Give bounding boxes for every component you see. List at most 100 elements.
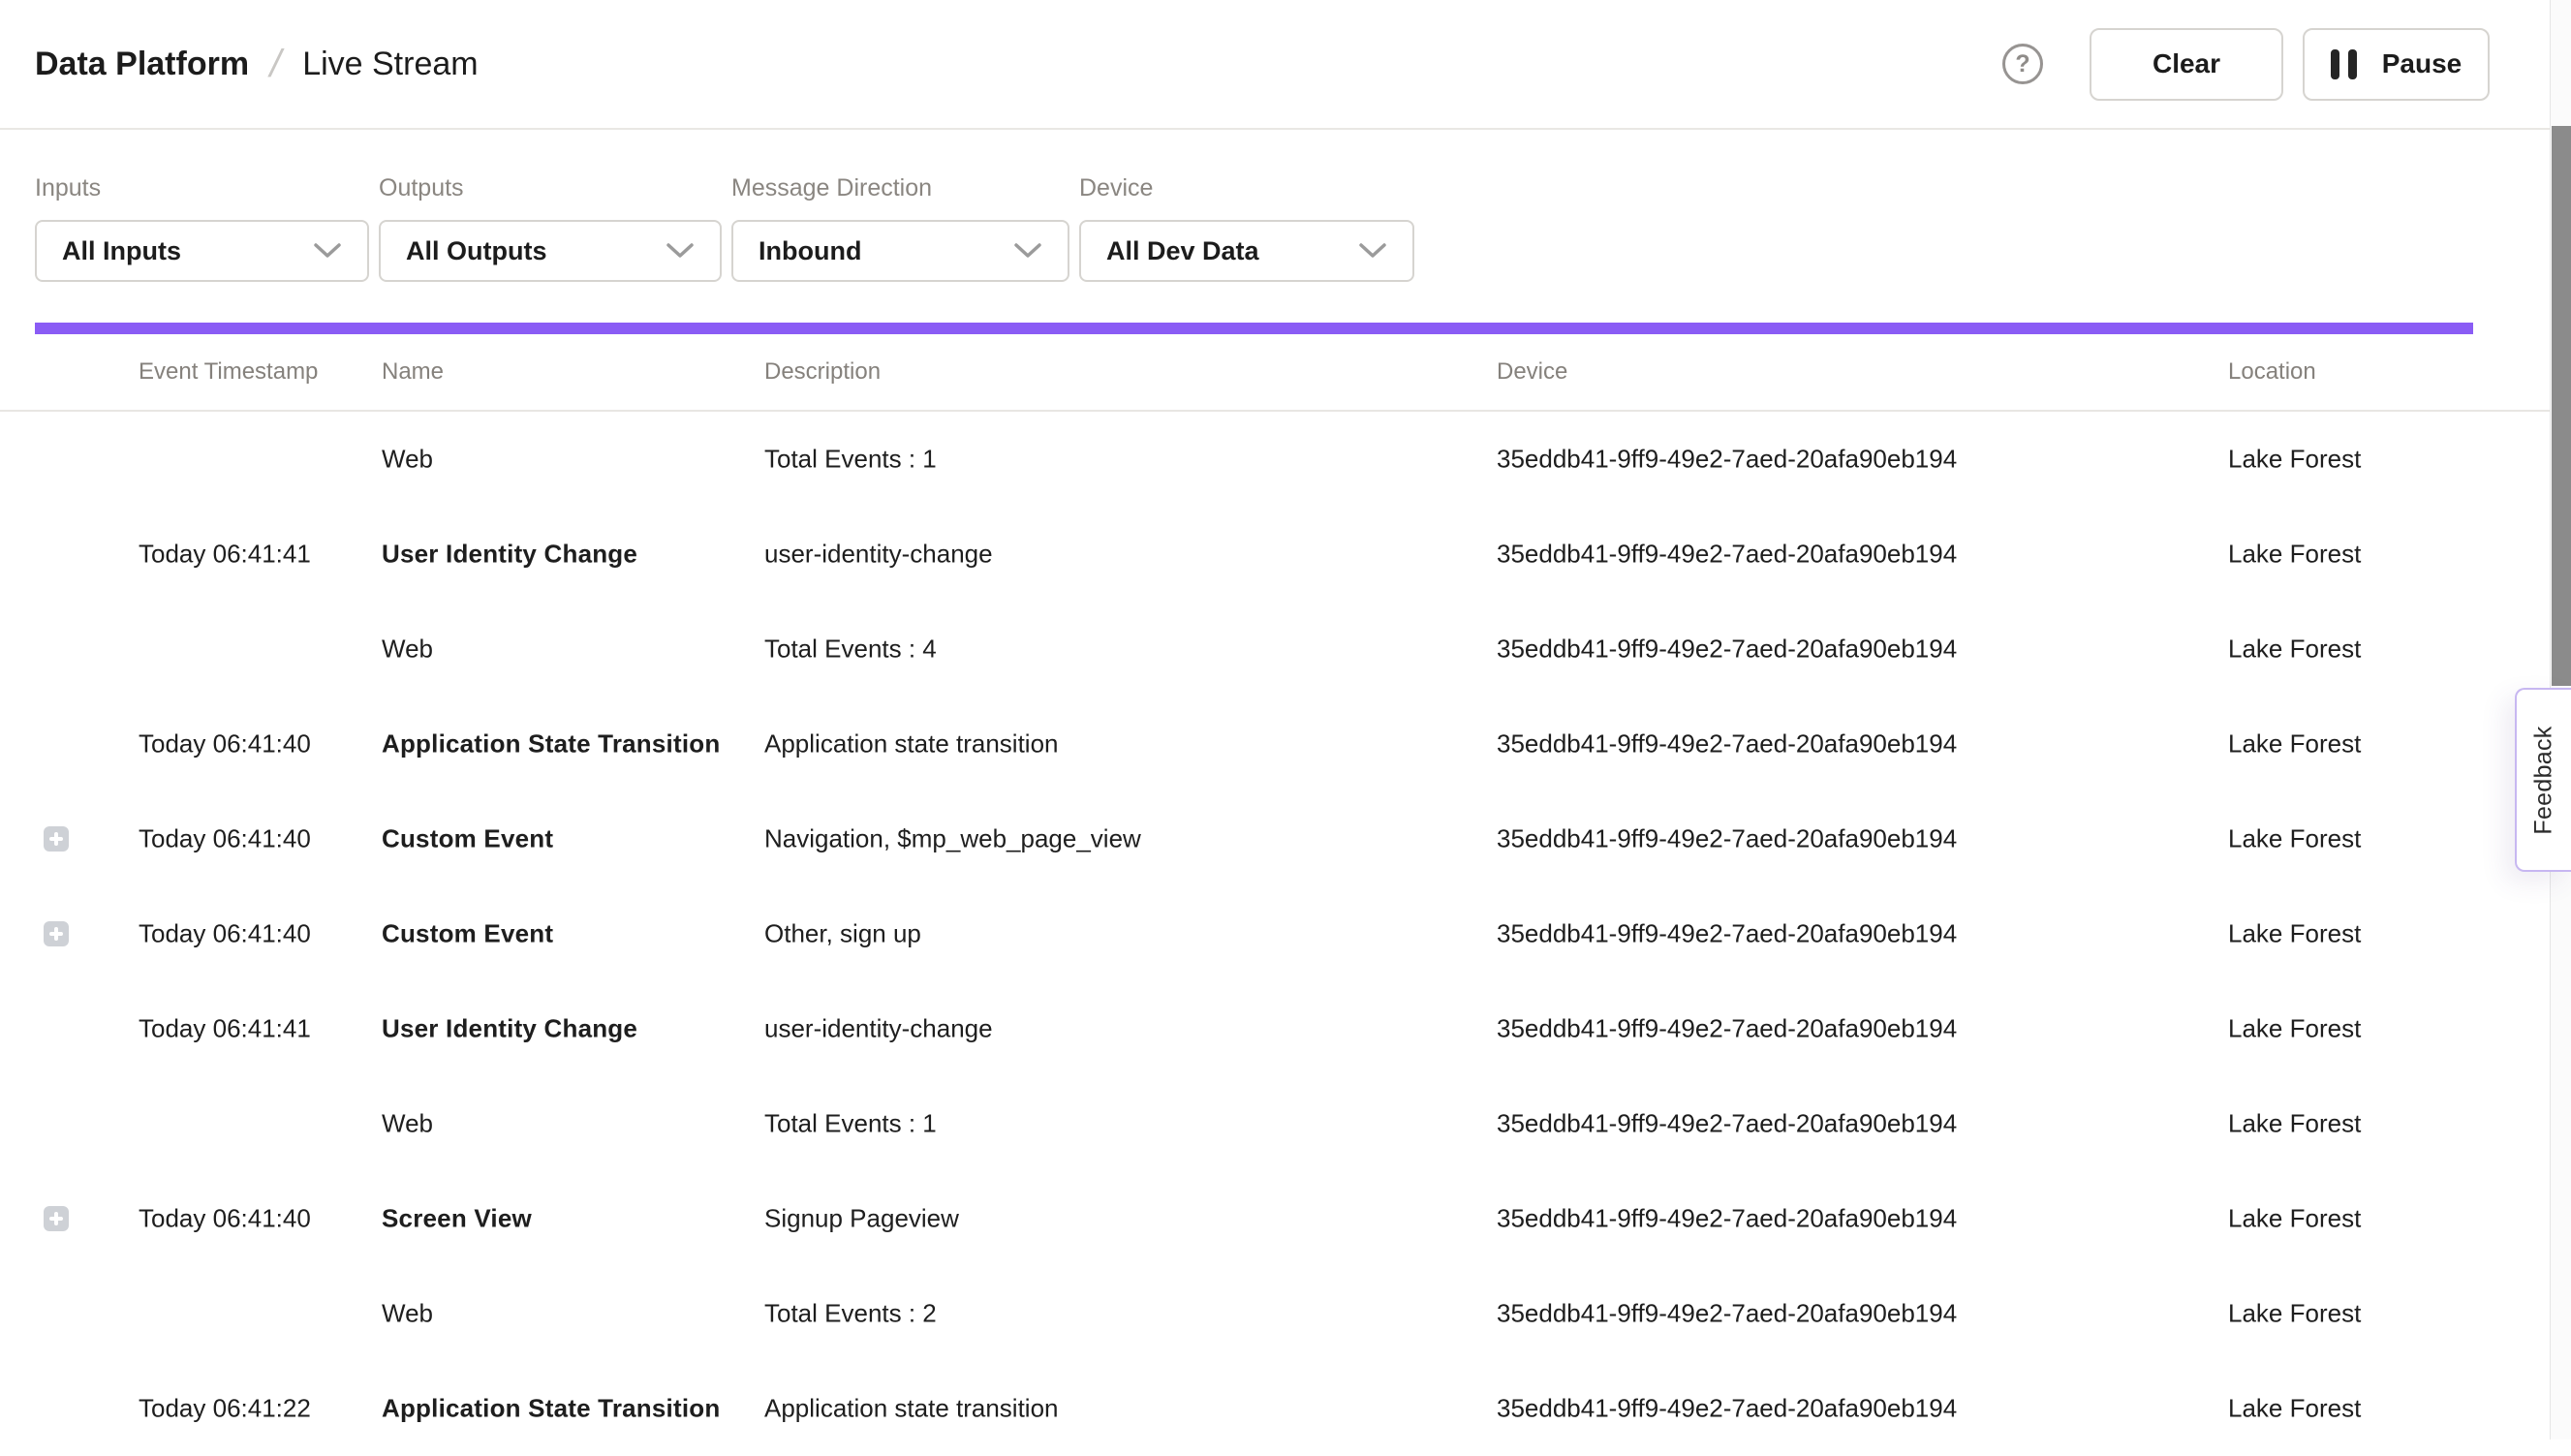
table-row[interactable]: Today 06:41:41 User Identity Change user… [0, 981, 2571, 1076]
header-actions: ? Clear Pause [2002, 28, 2490, 101]
filter-device: Device All Dev Data [1079, 174, 1414, 282]
expand-row-button[interactable] [44, 921, 69, 946]
page-header: Data Platform / Live Stream ? Clear Paus… [0, 0, 2571, 130]
filter-label: Outputs [379, 174, 722, 202]
filter-message-direction: Message Direction Inbound [731, 174, 1069, 282]
row-location: Lake Forest [2228, 445, 2361, 475]
row-description: Application state transition [764, 1394, 1059, 1424]
table-row[interactable]: Web Total Events : 2 35eddb41-9ff9-49e2-… [0, 1266, 2571, 1361]
table-row[interactable]: Today 06:41:40 Custom Event Other, sign … [0, 886, 2571, 981]
row-device: 35eddb41-9ff9-49e2-7aed-20afa90eb194 [1497, 1109, 1957, 1139]
row-device: 35eddb41-9ff9-49e2-7aed-20afa90eb194 [1497, 919, 1957, 949]
row-name: Custom Event [382, 824, 553, 854]
row-name: Application State Transition [382, 729, 720, 759]
row-device: 35eddb41-9ff9-49e2-7aed-20afa90eb194 [1497, 824, 1957, 854]
row-location: Lake Forest [2228, 635, 2361, 665]
outputs-select[interactable]: All Outputs [379, 220, 722, 282]
row-description: Signup Pageview [764, 1204, 959, 1234]
row-location: Lake Forest [2228, 729, 2361, 759]
row-location: Lake Forest [2228, 919, 2361, 949]
clear-button[interactable]: Clear [2090, 28, 2283, 101]
row-description: user-identity-change [764, 540, 993, 570]
row-device: 35eddb41-9ff9-49e2-7aed-20afa90eb194 [1497, 540, 1957, 570]
row-location: Lake Forest [2228, 824, 2361, 854]
row-device: 35eddb41-9ff9-49e2-7aed-20afa90eb194 [1497, 1204, 1957, 1234]
table-row[interactable]: Web Total Events : 1 35eddb41-9ff9-49e2-… [0, 412, 2571, 507]
row-name: Custom Event [382, 919, 553, 949]
row-timestamp: Today 06:41:22 [139, 1394, 311, 1424]
table-row[interactable]: Today 06:41:41 User Identity Change user… [0, 507, 2571, 602]
chevron-down-icon [1013, 242, 1042, 260]
row-location: Lake Forest [2228, 1109, 2361, 1139]
row-location: Lake Forest [2228, 1014, 2361, 1044]
filter-label: Inputs [35, 174, 369, 202]
row-timestamp: Today 06:41:40 [139, 919, 311, 949]
filter-outputs: Outputs All Outputs [379, 174, 722, 282]
filter-label: Message Direction [731, 174, 1069, 202]
row-name: Screen View [382, 1204, 532, 1234]
row-description: user-identity-change [764, 1014, 993, 1044]
row-location: Lake Forest [2228, 1299, 2361, 1329]
row-device: 35eddb41-9ff9-49e2-7aed-20afa90eb194 [1497, 445, 1957, 475]
row-description: Total Events : 4 [764, 635, 937, 665]
chevron-down-icon [1358, 242, 1387, 260]
row-timestamp: Today 06:41:40 [139, 729, 311, 759]
accent-bar [35, 323, 2473, 334]
row-description: Total Events : 2 [764, 1299, 937, 1329]
table-body: Web Total Events : 1 35eddb41-9ff9-49e2-… [0, 412, 2571, 1456]
expand-row-button[interactable] [44, 826, 69, 852]
row-name: Web [382, 1109, 433, 1139]
row-timestamp: Today 06:41:41 [139, 540, 311, 570]
chevron-down-icon [666, 242, 695, 260]
row-name: Web [382, 1299, 433, 1329]
help-button[interactable]: ? [2002, 44, 2043, 84]
breadcrumb-separator: / [265, 43, 286, 86]
row-device: 35eddb41-9ff9-49e2-7aed-20afa90eb194 [1497, 1394, 1957, 1424]
row-device: 35eddb41-9ff9-49e2-7aed-20afa90eb194 [1497, 635, 1957, 665]
table-row[interactable]: Web Total Events : 4 35eddb41-9ff9-49e2-… [0, 602, 2571, 697]
row-timestamp: Today 06:41:40 [139, 1204, 311, 1234]
row-name: Web [382, 635, 433, 665]
page-title: Live Stream [302, 46, 478, 83]
row-description: Other, sign up [764, 919, 921, 949]
table-header: Event Timestamp Name Description Device … [0, 334, 2550, 412]
table-row[interactable]: Web Total Events : 1 35eddb41-9ff9-49e2-… [0, 1076, 2571, 1171]
expand-row-button[interactable] [44, 1206, 69, 1231]
filter-inputs: Inputs All Inputs [35, 174, 369, 282]
feedback-tab[interactable]: Feedback [2515, 688, 2571, 872]
inputs-select[interactable]: All Inputs [35, 220, 369, 282]
row-description: Navigation, $mp_web_page_view [764, 824, 1141, 854]
row-device: 35eddb41-9ff9-49e2-7aed-20afa90eb194 [1497, 729, 1957, 759]
column-header-event-timestamp: Event Timestamp [139, 358, 318, 386]
pause-icon [2331, 49, 2357, 79]
table-row[interactable]: Today 06:41:40 Custom Event Navigation, … [0, 791, 2571, 886]
device-select[interactable]: All Dev Data [1079, 220, 1414, 282]
filter-label: Device [1079, 174, 1414, 202]
live-stream-table: Event Timestamp Name Description Device … [0, 334, 2571, 1456]
chevron-down-icon [313, 242, 342, 260]
table-row[interactable]: Today 06:41:40 Screen View Signup Pagevi… [0, 1171, 2571, 1266]
row-location: Lake Forest [2228, 540, 2361, 570]
row-timestamp: Today 06:41:41 [139, 1014, 311, 1044]
row-name: User Identity Change [382, 1014, 637, 1044]
pause-button[interactable]: Pause [2303, 28, 2490, 101]
row-device: 35eddb41-9ff9-49e2-7aed-20afa90eb194 [1497, 1014, 1957, 1044]
row-name: Application State Transition [382, 1394, 720, 1424]
filters-bar: Inputs All Inputs Outputs All Outputs Me… [0, 130, 2571, 282]
column-header-description: Description [764, 358, 881, 386]
row-name: Web [382, 445, 433, 475]
table-row[interactable]: Today 06:41:22 Application State Transit… [0, 1361, 2571, 1456]
column-header-device: Device [1497, 358, 1567, 386]
scrollbar-thumb[interactable] [2552, 126, 2571, 686]
breadcrumb-section[interactable]: Data Platform [35, 46, 249, 83]
row-name: User Identity Change [382, 540, 637, 570]
column-header-location: Location [2228, 358, 2316, 386]
breadcrumb: Data Platform / Live Stream [35, 43, 479, 86]
row-location: Lake Forest [2228, 1394, 2361, 1424]
row-description: Application state transition [764, 729, 1059, 759]
row-timestamp: Today 06:41:40 [139, 824, 311, 854]
message-direction-select[interactable]: Inbound [731, 220, 1069, 282]
table-row[interactable]: Today 06:41:40 Application State Transit… [0, 697, 2571, 791]
row-location: Lake Forest [2228, 1204, 2361, 1234]
question-mark-icon: ? [2015, 50, 2029, 78]
